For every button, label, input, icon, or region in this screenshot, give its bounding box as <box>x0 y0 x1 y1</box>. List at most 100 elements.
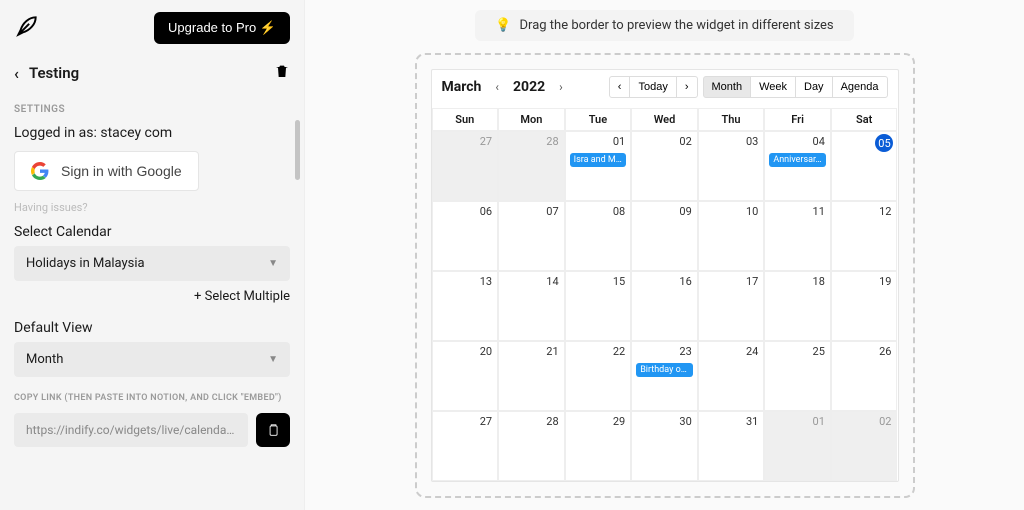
calendar-day-header: Thu <box>698 108 765 131</box>
day-number: 05 <box>875 134 893 152</box>
day-number: 27 <box>480 415 492 428</box>
prev-arrow-button[interactable]: ‹ <box>609 76 631 98</box>
day-number: 28 <box>546 135 558 148</box>
day-number: 07 <box>546 205 558 218</box>
calendar-cell[interactable]: 24 <box>698 341 765 411</box>
calendar-year: 2022 <box>513 79 545 95</box>
calendar-day-header: Wed <box>631 108 698 131</box>
calendar-cell[interactable]: 31 <box>698 411 765 481</box>
calendar-day-header: Tue <box>565 108 632 131</box>
calendar-cell[interactable]: 02 <box>831 411 898 481</box>
calendar-cell[interactable]: 01Isra and Mi'… <box>565 131 632 201</box>
hint-banner: 💡 Drag the border to preview the widget … <box>475 10 853 41</box>
calendar-day-header: Mon <box>498 108 565 131</box>
clipboard-icon <box>266 422 280 438</box>
calendar-widget: March ‹ 2022 › ‹ Today › Month We <box>431 69 899 482</box>
calendar-cell[interactable]: 10 <box>698 201 765 271</box>
logged-in-label: Logged in as: stacey com <box>14 125 290 141</box>
widget-resize-frame[interactable]: March ‹ 2022 › ‹ Today › Month We <box>415 53 915 498</box>
calendar-cell[interactable]: 23 Birthday of … <box>631 341 698 411</box>
trash-icon[interactable] <box>274 62 290 84</box>
calendar-month: March <box>442 79 482 95</box>
day-number: 04 <box>813 135 825 148</box>
day-number: 18 <box>813 275 825 288</box>
calendar-cell[interactable]: 13 <box>432 271 499 341</box>
having-issues-link[interactable]: Having issues? <box>14 201 290 214</box>
calendar-cell[interactable]: 27 <box>432 411 499 481</box>
view-day-button[interactable]: Day <box>795 76 833 98</box>
day-number: 22 <box>613 345 625 358</box>
event-chip[interactable]: Anniversar… <box>769 153 826 167</box>
sidebar: Upgrade to Pro ⚡ ‹ Testing SETTINGS Logg… <box>0 0 305 510</box>
select-multiple-link[interactable]: + Select Multiple <box>14 289 290 304</box>
sign-in-with-google-button[interactable]: Sign in with Google <box>14 151 199 191</box>
calendar-cell[interactable]: 26 <box>831 341 898 411</box>
calendar-cell[interactable]: 17 <box>698 271 765 341</box>
calendar-cell[interactable]: 12 <box>831 201 898 271</box>
calendar-cell[interactable]: 04 Anniversar… <box>764 131 831 201</box>
back-chevron-icon[interactable]: ‹ <box>14 64 19 83</box>
view-month-button[interactable]: Month <box>703 76 752 98</box>
calendar-cell[interactable]: 30 <box>631 411 698 481</box>
day-number: 08 <box>613 205 625 218</box>
next-arrow-button[interactable]: › <box>676 76 698 98</box>
calendar-cell[interactable]: 08 <box>565 201 632 271</box>
calendar-cell[interactable]: 05 <box>831 131 898 201</box>
view-week-button[interactable]: Week <box>750 76 796 98</box>
calendar-cell[interactable]: 06 <box>432 201 499 271</box>
calendar-cell[interactable]: 27 <box>432 131 499 201</box>
default-view-dropdown[interactable]: Month ▼ <box>14 342 290 377</box>
embed-url-field[interactable]: https://indify.co/widgets/live/calendar/… <box>14 413 248 447</box>
calendar-cell[interactable]: 25 <box>764 341 831 411</box>
chevron-down-icon: ▼ <box>268 258 278 269</box>
calendar-cell[interactable]: 20 <box>432 341 499 411</box>
calendar-cell[interactable]: 15 <box>565 271 632 341</box>
copy-button[interactable] <box>256 413 290 447</box>
calendar-cell[interactable]: 14 <box>498 271 565 341</box>
day-number: 03 <box>746 135 758 148</box>
calendar-cell[interactable]: 16 <box>631 271 698 341</box>
day-number: 24 <box>746 345 758 358</box>
day-number: 29 <box>613 415 625 428</box>
select-calendar-dropdown[interactable]: Holidays in Malaysia ▼ <box>14 246 290 281</box>
event-chip[interactable]: Birthday of … <box>636 363 693 377</box>
calendar-cell[interactable]: 01 <box>764 411 831 481</box>
select-calendar-label: Select Calendar <box>14 224 290 240</box>
view-agenda-button[interactable]: Agenda <box>832 76 888 98</box>
calendar-cell[interactable]: 21 <box>498 341 565 411</box>
day-number: 01 <box>813 415 825 428</box>
prev-month-button[interactable]: ‹ <box>491 80 503 94</box>
today-button[interactable]: Today <box>629 76 676 98</box>
calendar-cell[interactable]: 02 <box>631 131 698 201</box>
event-chip[interactable]: Isra and Mi'… <box>570 153 627 167</box>
settings-heading: SETTINGS <box>14 104 290 115</box>
calendar-cell[interactable]: 28 <box>498 411 565 481</box>
main-area: 💡 Drag the border to preview the widget … <box>305 0 1024 510</box>
calendar-cell[interactable]: 29 <box>565 411 632 481</box>
calendar-cell[interactable]: 09 <box>631 201 698 271</box>
chevron-down-icon: ▼ <box>268 354 278 365</box>
next-month-button[interactable]: › <box>555 80 567 94</box>
scrollbar[interactable] <box>295 120 300 180</box>
default-view-label: Default View <box>14 320 290 336</box>
calendar-cell[interactable]: 28 <box>498 131 565 201</box>
day-number: 17 <box>746 275 758 288</box>
calendar-cell[interactable]: 18 <box>764 271 831 341</box>
calendar-cell[interactable]: 22 <box>565 341 632 411</box>
day-number: 26 <box>879 345 891 358</box>
calendar-cell[interactable]: 19 <box>831 271 898 341</box>
day-number: 31 <box>746 415 758 428</box>
calendar-cell[interactable]: 11 <box>764 201 831 271</box>
day-number: 27 <box>480 135 492 148</box>
lightbulb-icon: 💡 <box>495 18 511 33</box>
calendar-day-header: Fri <box>764 108 831 131</box>
calendar-cell[interactable]: 03 <box>698 131 765 201</box>
feather-logo-icon <box>14 13 40 43</box>
day-number: 21 <box>546 345 558 358</box>
day-number: 09 <box>679 205 691 218</box>
day-number: 14 <box>546 275 558 288</box>
upgrade-to-pro-button[interactable]: Upgrade to Pro ⚡ <box>154 12 290 44</box>
calendar-cell[interactable]: 07 <box>498 201 565 271</box>
day-number: 23 <box>679 345 691 358</box>
calendar-grid: SunMonTueWedThuFriSat272801Isra and Mi'…… <box>432 108 898 481</box>
